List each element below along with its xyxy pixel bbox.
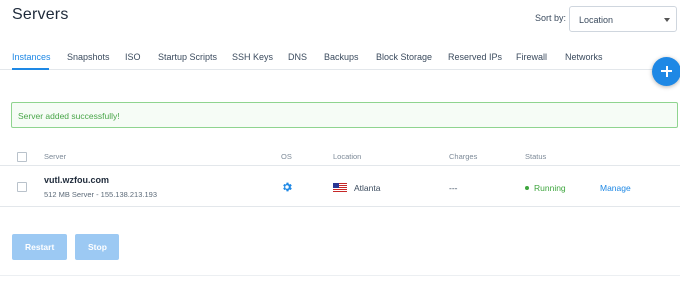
tab-iso[interactable]: ISO (125, 52, 141, 62)
us-flag-icon (333, 183, 347, 192)
column-header-server: Server (44, 152, 67, 161)
tab-firewall[interactable]: Firewall (516, 52, 547, 62)
tab-startup-scripts[interactable]: Startup Scripts (158, 52, 217, 62)
status-text: Running (534, 183, 566, 193)
column-header-charges: Charges (449, 152, 478, 161)
manage-link[interactable]: Manage (600, 183, 631, 193)
stop-button-label: Stop (88, 242, 107, 252)
active-tab-indicator (12, 68, 49, 70)
tab-block-storage[interactable]: Block Storage (376, 52, 432, 62)
gear-icon (283, 182, 292, 192)
tab-instances[interactable]: Instances (12, 52, 51, 62)
server-meta: 512 MB Server - 155.138.213.193 (44, 190, 157, 199)
add-server-button[interactable] (652, 57, 680, 86)
tab-snapshots[interactable]: Snapshots (67, 52, 110, 62)
sort-select[interactable]: Location (569, 6, 677, 32)
charges-text: --- (449, 183, 458, 193)
table-header: Server OS Location Charges Status (0, 148, 680, 166)
table-row: vutl.wzfou.com 512 MB Server - 155.138.2… (0, 167, 680, 207)
restart-button-label: Restart (25, 242, 55, 252)
row-checkbox[interactable] (17, 182, 27, 192)
select-all-checkbox[interactable] (17, 152, 27, 162)
sort-label: Sort by: (535, 13, 567, 23)
tab-networks[interactable]: Networks (565, 52, 603, 62)
success-alert: Server added successfully! (11, 102, 678, 128)
tab-bar: Instances Snapshots ISO Startup Scripts … (0, 48, 666, 70)
server-name[interactable]: vutl.wzfou.com (44, 175, 109, 185)
column-header-location: Location (333, 152, 362, 161)
chevron-down-icon (664, 18, 670, 22)
restart-button[interactable]: Restart (12, 234, 67, 260)
stop-button[interactable]: Stop (75, 234, 119, 260)
page-title: Servers (12, 6, 69, 23)
column-header-os: OS (281, 152, 292, 161)
divider (0, 275, 680, 276)
alert-message: Server added successfully! (18, 111, 120, 121)
column-header-status: Status (525, 152, 547, 161)
sort-select-value: Location (579, 15, 614, 25)
location-text: Atlanta (354, 183, 381, 193)
tab-reserved-ips[interactable]: Reserved IPs (448, 52, 502, 62)
tab-ssh-keys[interactable]: SSH Keys (232, 52, 273, 62)
tab-backups[interactable]: Backups (324, 52, 359, 62)
tab-dns[interactable]: DNS (288, 52, 307, 62)
status-indicator-icon (525, 186, 529, 190)
